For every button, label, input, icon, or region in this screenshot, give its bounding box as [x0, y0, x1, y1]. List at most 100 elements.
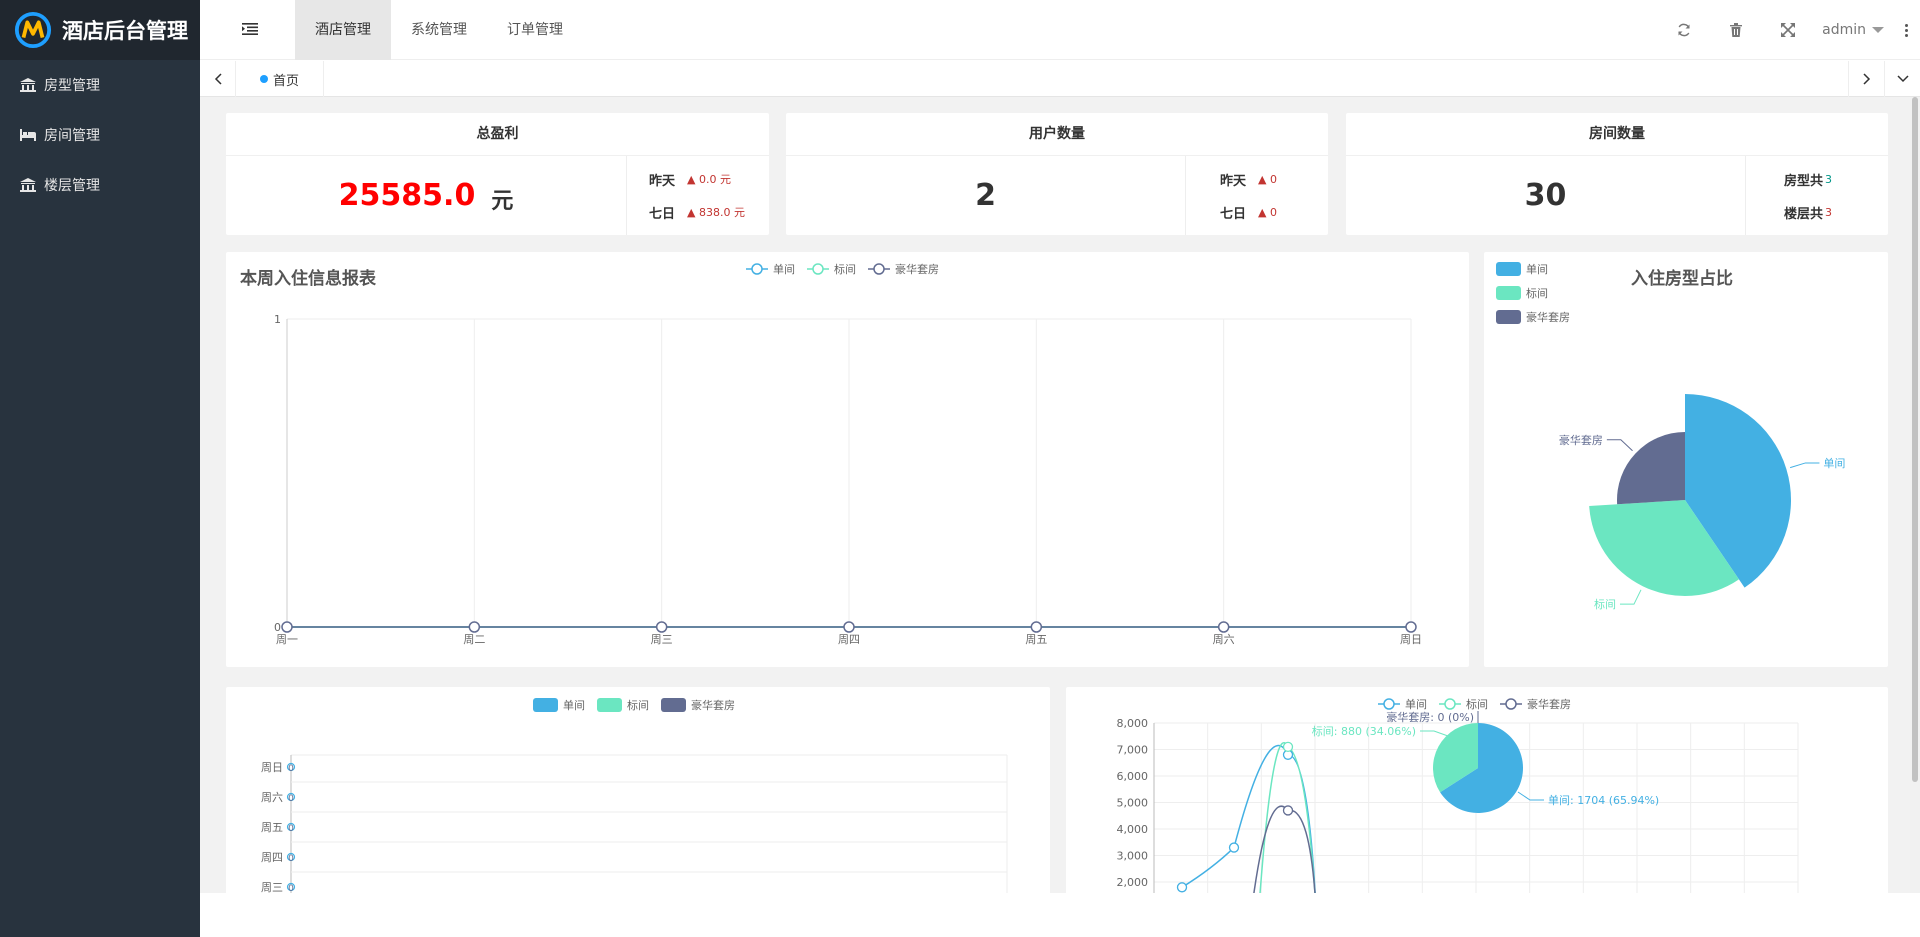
data-point — [1282, 741, 1294, 752]
legend-swatch — [1496, 286, 1521, 300]
page-tabbar: 首页 — [200, 61, 1920, 97]
legend-marker — [812, 263, 824, 275]
stat-title: 用户数量 — [786, 113, 1328, 156]
legend-label: 豪华套房 — [1526, 310, 1570, 324]
refresh-button[interactable] — [1658, 23, 1710, 37]
tabs-scroll-left-button[interactable] — [200, 61, 236, 97]
stat-row-value: ▲ 0.0 元 — [687, 173, 731, 186]
stat-row-label: 七日 — [1220, 206, 1247, 222]
more-options-icon[interactable] — [1892, 23, 1920, 37]
fullscreen-button[interactable] — [1762, 23, 1814, 37]
sidebar: 酒店后台管理 房型管理 房间管理 楼层管理 — [0, 0, 200, 937]
x-tick-label: 周日 — [1400, 633, 1422, 646]
fullscreen-icon — [1781, 23, 1796, 37]
bar-value-label: 0 — [288, 764, 294, 774]
y-tick-label: 3,000 — [1117, 850, 1149, 863]
y-tick-label: 1 — [274, 313, 281, 326]
tabs-scroll-right-button[interactable] — [1848, 61, 1884, 97]
room-type-pie-chart: 单间标间豪华套房单间标间豪华套房 — [1496, 262, 1845, 611]
logo-icon — [14, 11, 52, 49]
logo[interactable]: 酒店后台管理 — [0, 0, 200, 60]
top-header: 酒店管理 系统管理 订单管理 admin — [200, 0, 1920, 60]
stat-card-profit: 总盈利 25585.0 元 昨天 ▲ 0.0 元 七日 ▲ 838.0 元 — [226, 113, 769, 235]
data-point — [1405, 621, 1417, 633]
tab-system-management[interactable]: 系统管理 — [391, 0, 487, 60]
pie-label: 标间 — [1594, 597, 1616, 611]
sidebar-item-label: 楼层管理 — [44, 178, 100, 194]
legend-swatch — [1496, 310, 1521, 324]
tab-home-label: 首页 — [273, 73, 300, 89]
bar-chart-card: 单间 标间 豪华套房 周日 0 周六 0 周五 0 周四 0 周三 0 — [226, 687, 1050, 893]
tab-hotel-management[interactable]: 酒店管理 — [295, 0, 391, 60]
bar-value-label: 0 — [288, 854, 294, 864]
pie-label: 豪华套房: 0 (0%) — [1386, 710, 1474, 724]
trash-icon — [1730, 23, 1743, 37]
bar-value-label: 0 — [288, 824, 294, 834]
weekly-checkin-line-chart: 单间 标间 豪华套房01周一 周二 周三 周四 周五 周六 周日 — [274, 262, 1422, 646]
stat-card-rooms: 房间数量 30 房型共 3 楼层共 3 — [1346, 113, 1888, 235]
data-point — [655, 621, 668, 633]
data-point — [843, 621, 855, 633]
mixed-chart-card: 8,000 7,000 6,000 5,000 4,000 3,000 2,000 单间: 1… — [1066, 687, 1888, 893]
stat-row-label: 昨天 — [649, 173, 676, 189]
series-line — [1181, 744, 1316, 893]
stat-main: 25585.0 元 — [226, 156, 627, 235]
x-tick-label: 周五 — [1025, 633, 1047, 646]
stat-main: 30 — [1346, 156, 1746, 235]
stat-value: 2 — [975, 178, 996, 213]
sidebar-item-floor[interactable]: 楼层管理 — [0, 160, 200, 210]
page-scrollbar[interactable] — [1910, 97, 1920, 893]
legend-label: 标间 — [1466, 697, 1488, 711]
pie-label-line — [1517, 791, 1544, 801]
data-point — [1176, 882, 1188, 893]
header-tools: admin — [1658, 0, 1920, 60]
clear-cache-button[interactable] — [1710, 23, 1762, 37]
stat-row-value: 3 — [1825, 172, 1833, 186]
scrollbar-thumb[interactable] — [1912, 97, 1918, 782]
x-tick-label: 周一 — [276, 633, 298, 646]
sidebar-item-room-type[interactable]: 房型管理 — [0, 60, 200, 110]
tab-home[interactable]: 首页 — [236, 61, 325, 97]
tab-order-management[interactable]: 订单管理 — [487, 0, 583, 60]
stat-row-value: ▲ 0 — [1258, 172, 1277, 186]
user-menu[interactable]: admin — [1822, 22, 1884, 38]
data-point — [1228, 842, 1240, 853]
bank-icon — [20, 78, 36, 92]
weekly-checkin-chart-card: 本周入住信息报表 单间 标间 豪华套房 0 1 周一 周二 周三 周四 周五 周六 周日 — [226, 252, 1469, 667]
legend-label: 标间 — [834, 262, 856, 276]
sidebar-item-room[interactable]: 房间管理 — [0, 110, 200, 160]
x-tick-label: 周二 — [463, 633, 485, 646]
legend-swatch — [1496, 262, 1521, 276]
active-dot-icon — [260, 75, 268, 83]
pie-label: 单间 — [1823, 457, 1845, 470]
legend-swatch — [597, 698, 622, 712]
pie-label: 标间: 880 (34.06%) — [1312, 724, 1416, 738]
top-nav: 酒店管理 系统管理 订单管理 — [295, 0, 583, 60]
data-point — [1217, 621, 1230, 633]
menu-toggle-icon[interactable] — [242, 22, 258, 36]
data-point — [281, 621, 293, 633]
legend-label: 单间 — [1526, 263, 1548, 276]
legend-label: 标间 — [627, 698, 649, 712]
y-tick-label: 2,000 — [1117, 876, 1149, 889]
sidebar-item-label: 房间管理 — [44, 128, 100, 144]
pie-label-line — [1619, 589, 1642, 605]
x-tick-label: 周三 — [651, 633, 673, 646]
stat-side: 房型共 3 楼层共 3 — [1746, 156, 1888, 235]
tabs-dropdown-button[interactable] — [1884, 61, 1920, 97]
y-tick-label: 周六 — [261, 791, 283, 804]
chart-title: 本周入住信息报表 — [240, 269, 376, 289]
bar-value-label: 0 — [288, 794, 294, 804]
stat-title: 总盈利 — [226, 113, 769, 156]
username: admin — [1822, 22, 1866, 38]
data-point — [468, 621, 481, 633]
stat-row-label: 楼层共 — [1784, 206, 1824, 222]
room-type-ratio-card: 入住房型占比 单间 标间 豪华套房 单间 标间 豪华套房 — [1484, 252, 1888, 667]
stat-row-value: 3 — [1825, 205, 1833, 219]
legend-marker — [751, 263, 763, 275]
app-title: 酒店后台管理 — [62, 19, 188, 43]
stat-row-value: ▲ 0 — [1258, 205, 1277, 219]
y-tick-label: 6,000 — [1117, 770, 1149, 783]
legend-marker — [1505, 698, 1517, 710]
stat-row-label: 七日 — [649, 206, 676, 222]
